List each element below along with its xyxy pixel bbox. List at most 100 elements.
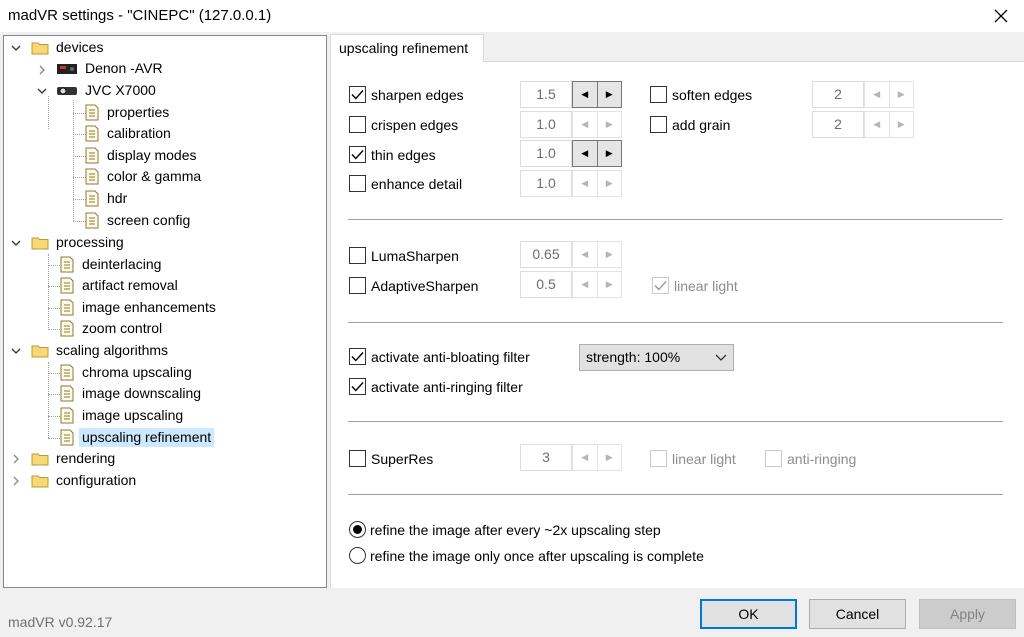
adaptivesharpen-linear-light-checkbox[interactable]: linear light bbox=[652, 277, 738, 294]
decrease-icon[interactable]: ◀ bbox=[573, 141, 597, 166]
soften-edges-value[interactable]: 2 bbox=[812, 81, 864, 108]
enhance-detail-checkbox[interactable]: enhance detail bbox=[349, 175, 462, 192]
tree-item-label: calibration bbox=[107, 125, 171, 141]
chevron-right-icon[interactable] bbox=[10, 453, 22, 465]
tree-item-denon-avr[interactable]: Denon -AVR bbox=[56, 58, 166, 79]
apply-button[interactable]: Apply bbox=[919, 599, 1016, 629]
tree-item-image-enhancements[interactable]: image enhancements bbox=[60, 297, 219, 318]
tree-item-calibration[interactable]: calibration bbox=[85, 123, 174, 144]
tree-line bbox=[48, 286, 60, 287]
tree-item-artifact-removal[interactable]: artifact removal bbox=[60, 275, 181, 296]
tree-item-devices[interactable]: devices bbox=[31, 37, 106, 58]
sharpen-edges-value[interactable]: 1.5 bbox=[520, 81, 572, 108]
decrease-icon[interactable]: ◀ bbox=[573, 445, 597, 470]
superres-anti-ringing-checkbox[interactable]: anti-ringing bbox=[765, 450, 856, 467]
thin-edges-spinner[interactable]: ◀ ▶ bbox=[572, 140, 622, 167]
adaptivesharpen-spinner[interactable]: ◀ ▶ bbox=[572, 271, 622, 298]
decrease-icon[interactable]: ◀ bbox=[573, 82, 597, 107]
sharpen-edges-checkbox[interactable]: sharpen edges bbox=[349, 86, 464, 103]
checkbox-box bbox=[349, 86, 366, 103]
document-icon bbox=[60, 385, 74, 402]
lumasharpen-value[interactable]: 0.65 bbox=[520, 241, 572, 268]
refine-once-radio[interactable]: refine the image only once after upscali… bbox=[349, 547, 704, 564]
tree-item-zoom-control[interactable]: zoom control bbox=[60, 318, 165, 339]
tree-item-processing[interactable]: processing bbox=[31, 232, 127, 253]
tree-item-deinterlacing[interactable]: deinterlacing bbox=[60, 254, 164, 275]
crispen-edges-checkbox[interactable]: crispen edges bbox=[349, 116, 458, 133]
soften-edges-spinner[interactable]: ◀ ▶ bbox=[864, 81, 914, 108]
increase-icon[interactable]: ▶ bbox=[596, 272, 622, 297]
soften-edges-checkbox[interactable]: soften edges bbox=[650, 86, 752, 103]
tree-item-label: devices bbox=[56, 39, 104, 55]
enhance-detail-spinner[interactable]: ◀ ▶ bbox=[572, 170, 622, 197]
strength-dropdown[interactable]: strength: 100% bbox=[579, 344, 734, 371]
decrease-icon[interactable]: ◀ bbox=[573, 112, 597, 137]
checkmark-icon bbox=[654, 281, 667, 291]
adaptivesharpen-checkbox[interactable]: AdaptiveSharpen bbox=[349, 277, 478, 294]
ok-button[interactable]: OK bbox=[700, 599, 797, 629]
increase-icon[interactable]: ▶ bbox=[596, 112, 622, 137]
crispen-edges-spinner[interactable]: ◀ ▶ bbox=[572, 111, 622, 138]
increase-icon[interactable]: ▶ bbox=[596, 82, 621, 107]
add-grain-spinner[interactable]: ◀ ▶ bbox=[864, 111, 914, 138]
lumasharpen-checkbox[interactable]: LumaSharpen bbox=[349, 247, 459, 264]
close-icon[interactable] bbox=[988, 3, 1014, 29]
chevron-down-icon[interactable] bbox=[36, 85, 48, 97]
checkmark-icon bbox=[351, 90, 364, 100]
increase-icon[interactable]: ▶ bbox=[888, 112, 914, 137]
crispen-edges-value[interactable]: 1.0 bbox=[520, 111, 572, 138]
increase-icon[interactable]: ▶ bbox=[888, 82, 914, 107]
tree-item-scaling-algorithms[interactable]: scaling algorithms bbox=[31, 340, 171, 361]
superres-value[interactable]: 3 bbox=[520, 444, 572, 471]
tree-item-jvc-x7000[interactable]: JVC X7000 bbox=[56, 80, 159, 101]
tree-item-hdr[interactable]: hdr bbox=[85, 188, 130, 209]
cancel-button[interactable]: Cancel bbox=[809, 599, 906, 629]
decrease-icon[interactable]: ◀ bbox=[573, 171, 597, 196]
settings-tree: devices Denon -AVR JVC X7000 properties … bbox=[3, 35, 327, 588]
enhance-detail-value[interactable]: 1.0 bbox=[520, 170, 572, 197]
decrease-icon[interactable]: ◀ bbox=[865, 112, 889, 137]
tree-item-display-modes[interactable]: display modes bbox=[85, 145, 200, 166]
decrease-icon[interactable]: ◀ bbox=[865, 82, 889, 107]
title-bar: madVR settings - "CINEPC" (127.0.0.1) bbox=[0, 0, 1024, 32]
anti-bloating-checkbox[interactable]: activate anti-bloating filter bbox=[349, 348, 530, 365]
superres-checkbox[interactable]: SuperRes bbox=[349, 450, 433, 467]
decrease-icon[interactable]: ◀ bbox=[573, 272, 597, 297]
superres-spinner[interactable]: ◀ ▶ bbox=[572, 444, 622, 471]
increase-icon[interactable]: ▶ bbox=[596, 141, 621, 166]
checkbox-box bbox=[349, 277, 366, 294]
lumasharpen-spinner[interactable]: ◀ ▶ bbox=[572, 241, 622, 268]
add-grain-value[interactable]: 2 bbox=[812, 111, 864, 138]
tree-item-image-upscaling[interactable]: image upscaling bbox=[60, 405, 186, 426]
anti-ringing-checkbox[interactable]: activate anti-ringing filter bbox=[349, 378, 523, 395]
projector-icon bbox=[57, 86, 77, 95]
add-grain-checkbox[interactable]: add grain bbox=[650, 116, 730, 133]
refine-every-step-radio[interactable]: refine the image after every ~2x upscali… bbox=[349, 521, 661, 538]
tree-item-screen-config[interactable]: screen config bbox=[85, 210, 193, 231]
sharpen-edges-spinner[interactable]: ◀ ▶ bbox=[572, 81, 622, 108]
tree-item-upscaling-refinement[interactable]: upscaling refinement bbox=[60, 427, 215, 448]
chevron-down-icon[interactable] bbox=[10, 42, 22, 54]
chevron-down-icon[interactable] bbox=[10, 237, 22, 249]
superres-linear-light-checkbox[interactable]: linear light bbox=[650, 450, 736, 467]
folder-icon bbox=[31, 42, 49, 54]
increase-icon[interactable]: ▶ bbox=[596, 242, 622, 267]
decrease-icon[interactable]: ◀ bbox=[573, 242, 597, 267]
tree-item-rendering[interactable]: rendering bbox=[31, 448, 118, 469]
tree-item-configuration[interactable]: configuration bbox=[31, 470, 139, 491]
chevron-right-icon[interactable] bbox=[36, 64, 48, 76]
adaptivesharpen-value[interactable]: 0.5 bbox=[520, 271, 572, 298]
tree-line bbox=[73, 100, 74, 221]
increase-icon[interactable]: ▶ bbox=[596, 445, 622, 470]
chevron-right-icon[interactable] bbox=[10, 475, 22, 487]
increase-icon[interactable]: ▶ bbox=[596, 171, 622, 196]
tab-upscaling-refinement[interactable]: upscaling refinement bbox=[330, 34, 484, 62]
thin-edges-checkbox[interactable]: thin edges bbox=[349, 146, 436, 163]
chevron-down-icon[interactable] bbox=[10, 345, 22, 357]
tree-item-image-downscaling[interactable]: image downscaling bbox=[60, 383, 204, 404]
document-icon bbox=[60, 429, 74, 446]
thin-edges-value[interactable]: 1.0 bbox=[520, 140, 572, 167]
tree-item-properties[interactable]: properties bbox=[85, 102, 172, 123]
tree-item-chroma-upscaling[interactable]: chroma upscaling bbox=[60, 362, 195, 383]
tree-item-color-gamma[interactable]: color & gamma bbox=[85, 166, 204, 187]
